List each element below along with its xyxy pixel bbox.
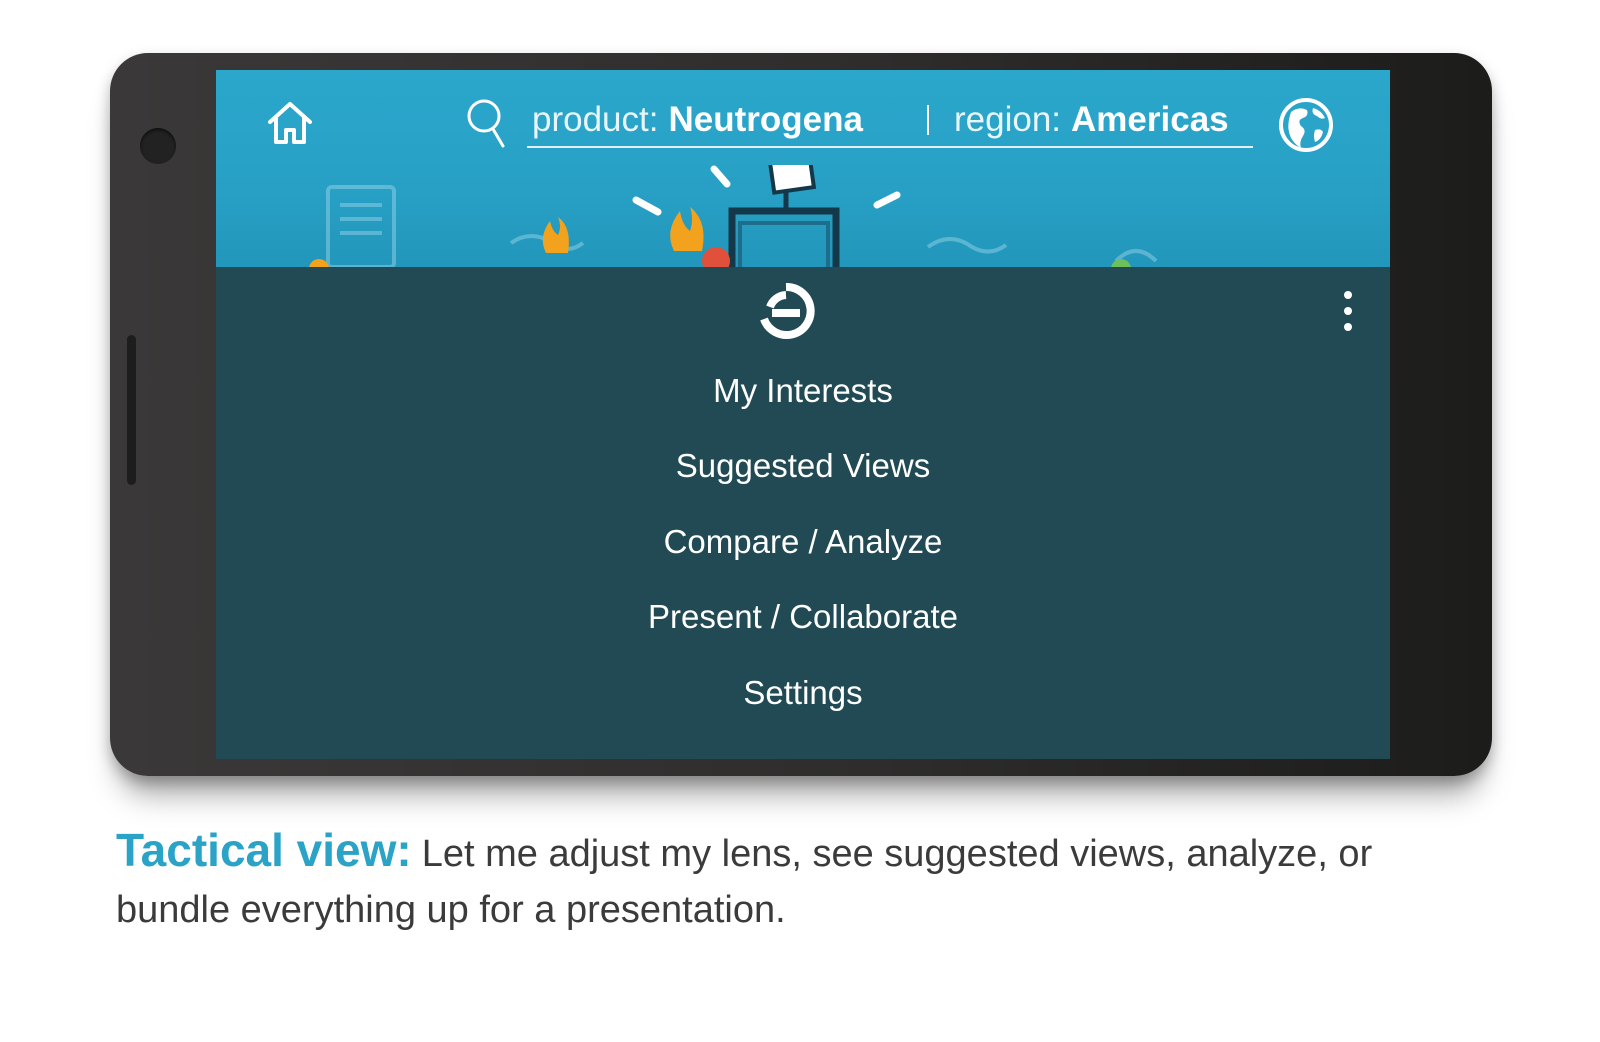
- product-filter[interactable]: product: Neutrogena: [532, 100, 927, 140]
- caption: Tactical view: Let me adjust my lens, see…: [116, 822, 1496, 938]
- product-filter-label: product:: [532, 100, 659, 139]
- home-icon[interactable]: [266, 100, 314, 146]
- region-filter-value: Americas: [1071, 100, 1229, 139]
- app-screen: product: Neutrogena region: Americas My …: [216, 70, 1390, 759]
- filter-divider: [927, 105, 929, 135]
- app-logo-icon: [760, 282, 815, 339]
- phone-frame: product: Neutrogena region: Americas My …: [110, 53, 1492, 776]
- menu-item-suggested-views[interactable]: Suggested Views: [216, 447, 1390, 485]
- region-filter-label: region:: [954, 100, 1062, 139]
- search-filter-bar[interactable]: product: Neutrogena region: Americas: [527, 94, 1253, 148]
- region-filter[interactable]: region: Americas: [954, 100, 1229, 140]
- globe-icon[interactable]: [1277, 96, 1335, 154]
- more-vertical-icon[interactable]: [1340, 289, 1356, 333]
- side-button: [127, 335, 136, 485]
- menu-item-compare-analyze[interactable]: Compare / Analyze: [216, 523, 1390, 561]
- menu-item-my-interests[interactable]: My Interests: [216, 372, 1390, 410]
- header-illustration: [309, 165, 1158, 267]
- app-header: product: Neutrogena region: Americas: [216, 70, 1390, 267]
- menu-panel: My Interests Suggested Views Compare / A…: [216, 267, 1390, 759]
- search-icon[interactable]: [466, 98, 506, 150]
- front-camera: [140, 128, 176, 164]
- product-filter-value: Neutrogena: [668, 100, 863, 139]
- caption-lead: Tactical view:: [116, 824, 412, 876]
- menu-item-present-collaborate[interactable]: Present / Collaborate: [216, 598, 1390, 636]
- menu-item-settings[interactable]: Settings: [216, 674, 1390, 712]
